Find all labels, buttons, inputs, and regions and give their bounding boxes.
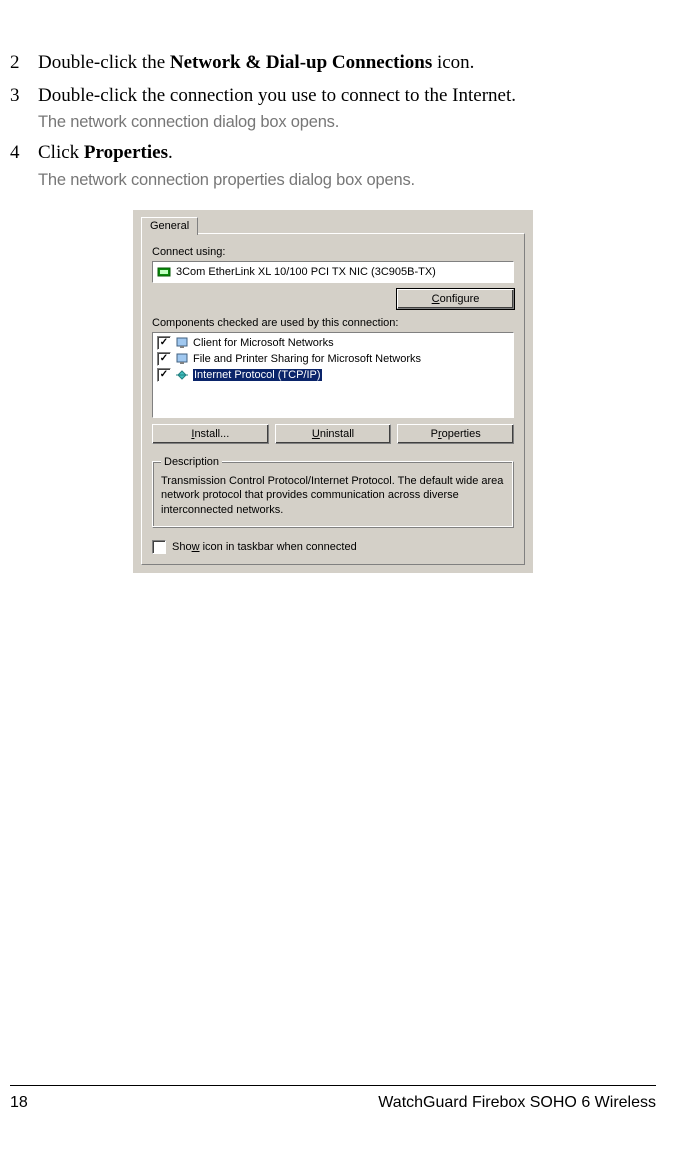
component-item-tcpip[interactable]: Internet Protocol (TCP/IP) xyxy=(155,367,511,383)
connect-using-label: Connect using: xyxy=(152,246,514,258)
components-label: Components checked are used by this conn… xyxy=(152,317,514,329)
page-number: 18 xyxy=(10,1094,28,1112)
page-content: 2 Double-click the Network & Dial-up Con… xyxy=(0,0,676,573)
tab-panel: Connect using: 3Com EtherLink XL 10/100 … xyxy=(141,233,525,565)
page-footer: 18 WatchGuard Firebox SOHO 6 Wireless xyxy=(10,1085,656,1112)
adapter-field[interactable]: 3Com EtherLink XL 10/100 PCI TX NIC (3C9… xyxy=(152,261,514,283)
step-text-pre: Click xyxy=(38,142,84,163)
component-label: File and Printer Sharing for Microsoft N… xyxy=(193,353,421,365)
step-4: 4 Click Properties. The network connecti… xyxy=(10,140,656,192)
step-text-pre: Double-click the xyxy=(38,52,170,73)
protocol-icon xyxy=(175,368,189,382)
checkbox-icon[interactable] xyxy=(152,540,166,554)
step-result: The network connection dialog box opens. xyxy=(38,111,656,134)
description-text: Transmission Control Protocol/Internet P… xyxy=(161,474,505,517)
step-number: 3 xyxy=(10,83,38,135)
step-text-bold: Properties xyxy=(84,142,168,163)
step-body: Double-click the connection you use to c… xyxy=(38,83,656,135)
client-icon xyxy=(175,336,189,350)
component-item-fileprint[interactable]: File and Printer Sharing for Microsoft N… xyxy=(155,351,511,367)
service-icon xyxy=(175,352,189,366)
step-number: 2 xyxy=(10,50,38,77)
step-text-bold: Network & Dial-up Connections xyxy=(170,52,432,73)
components-listbox[interactable]: Client for Microsoft Networks File and P… xyxy=(152,332,514,418)
description-legend: Description xyxy=(161,456,222,468)
checkbox-icon[interactable] xyxy=(157,368,171,382)
dialog-screenshot: General Connect using: 3Com EtherLink XL… xyxy=(10,210,656,573)
step-number: 4 xyxy=(10,140,38,192)
step-result: The network connection properties dialog… xyxy=(38,169,656,192)
show-icon-label: Show icon in taskbar when connected xyxy=(172,541,357,553)
step-3: 3 Double-click the connection you use to… xyxy=(10,83,656,135)
footer-title: WatchGuard Firebox SOHO 6 Wireless xyxy=(378,1094,656,1112)
show-icon-row[interactable]: Show icon in taskbar when connected xyxy=(152,540,514,554)
step-body: Click Properties. The network connection… xyxy=(38,140,656,192)
step-body: Double-click the Network & Dial-up Conne… xyxy=(38,50,656,77)
step-text-post: . xyxy=(168,142,173,163)
description-group: Description Transmission Control Protoco… xyxy=(152,456,514,528)
tab-general[interactable]: General xyxy=(141,217,198,235)
step-2: 2 Double-click the Network & Dial-up Con… xyxy=(10,50,656,77)
step-text-pre: Double-click the connection you use to c… xyxy=(38,85,516,106)
properties-dialog: General Connect using: 3Com EtherLink XL… xyxy=(133,210,533,573)
step-text-post: icon. xyxy=(432,52,474,73)
checkbox-icon[interactable] xyxy=(157,352,171,366)
component-label: Client for Microsoft Networks xyxy=(193,337,334,349)
nic-icon xyxy=(157,265,171,279)
component-item-client[interactable]: Client for Microsoft Networks xyxy=(155,335,511,351)
uninstall-button[interactable]: Uninstall xyxy=(275,424,392,444)
adapter-name: 3Com EtherLink XL 10/100 PCI TX NIC (3C9… xyxy=(176,266,436,278)
checkbox-icon[interactable] xyxy=(157,336,171,350)
install-button[interactable]: Install... xyxy=(152,424,269,444)
configure-button[interactable]: CConfigureonfigure xyxy=(397,289,514,309)
tab-strip: General xyxy=(141,216,525,234)
properties-button[interactable]: Properties xyxy=(397,424,514,444)
component-label: Internet Protocol (TCP/IP) xyxy=(193,369,322,381)
